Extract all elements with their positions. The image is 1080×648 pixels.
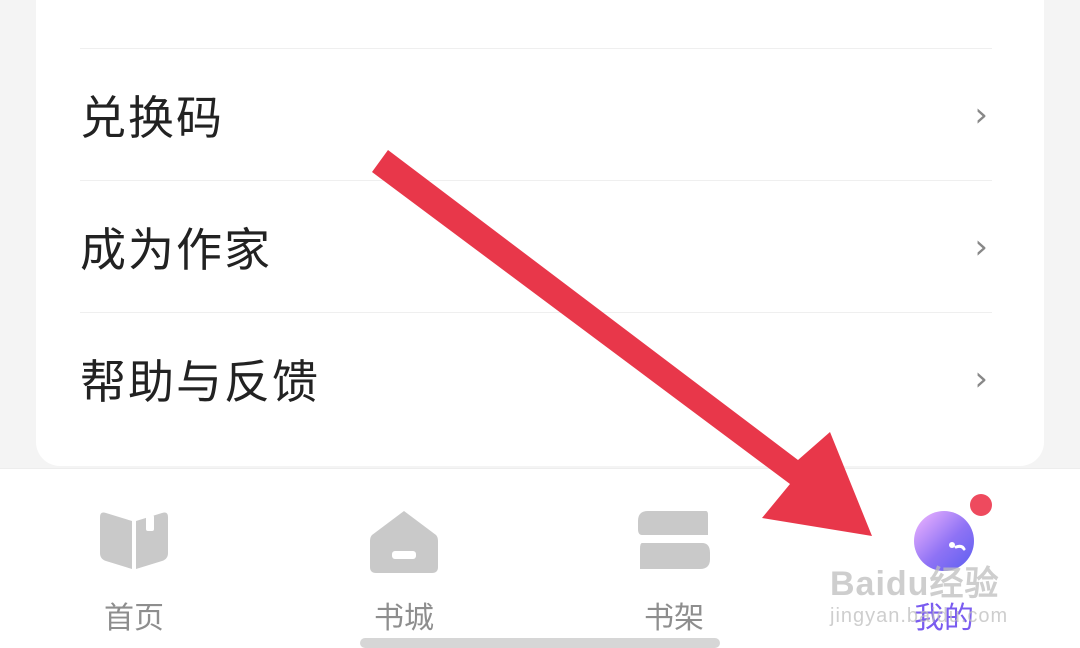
tab-store-label: 书城: [374, 601, 434, 636]
tab-home[interactable]: 首页: [34, 469, 234, 648]
store-icon: [366, 509, 442, 573]
chevron-right-icon: ›: [974, 227, 988, 267]
notification-badge-dot: [970, 494, 992, 516]
app-screen: 兑换码 › 成为作家 › 帮助与反馈 › 首页 书城 书架 我的 Baidu经验…: [0, 0, 1080, 648]
chevron-right-icon: ›: [974, 95, 988, 135]
menu-item-become-author[interactable]: 成为作家 ›: [80, 180, 992, 313]
watermark: Baidu经验 jingyan.baidu.com: [830, 556, 1030, 628]
menu-item-help-feedback[interactable]: 帮助与反馈 ›: [80, 312, 992, 445]
book-open-icon: [96, 509, 172, 573]
menu-item-label: 帮助与反馈: [80, 355, 320, 409]
bookshelf-icon: [636, 509, 712, 573]
menu-card: 兑换码 › 成为作家 › 帮助与反馈 ›: [36, 0, 1044, 466]
tab-store[interactable]: 书城: [304, 469, 504, 648]
tab-bookshelf-label: 书架: [644, 601, 704, 636]
chevron-right-icon: ›: [974, 359, 988, 399]
menu-item-redeem-code[interactable]: 兑换码 ›: [80, 48, 992, 181]
watermark-main: Baidu经验: [830, 565, 1000, 603]
tab-bookshelf[interactable]: 书架: [574, 469, 774, 648]
menu-item-label: 成为作家: [80, 223, 272, 277]
home-indicator[interactable]: [360, 638, 720, 648]
tab-home-label: 首页: [104, 601, 164, 636]
menu-item-label: 兑换码: [80, 91, 224, 145]
watermark-sub: jingyan.baidu.com: [830, 605, 1009, 627]
